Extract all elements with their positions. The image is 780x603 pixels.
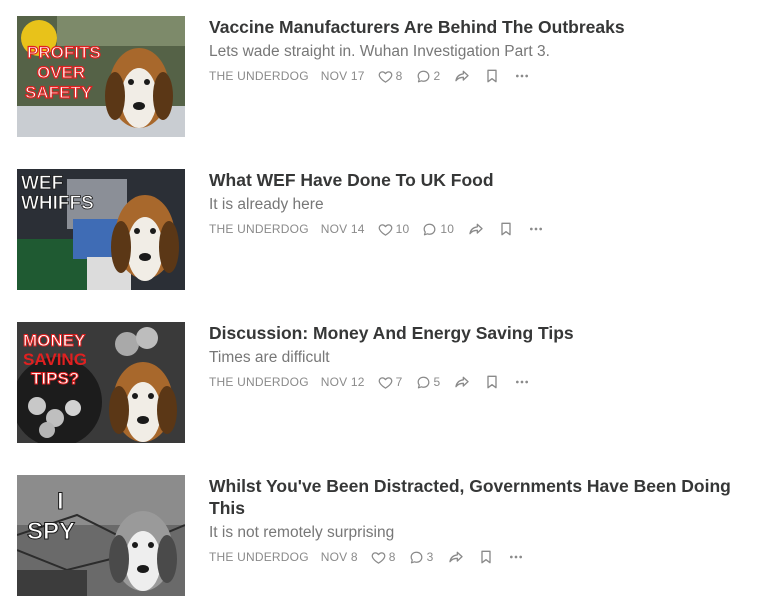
comment-count: 5: [433, 375, 441, 389]
comment-button[interactable]: 2: [416, 69, 441, 84]
post-date: NOV 14: [320, 222, 365, 236]
comment-bubble-icon: [416, 375, 431, 390]
share-arrow-icon[interactable]: [448, 549, 464, 565]
post-title[interactable]: What WEF Have Done To UK Food: [209, 169, 764, 191]
share-arrow-icon[interactable]: [454, 374, 470, 390]
like-count: 10: [395, 222, 410, 236]
comment-button[interactable]: 5: [416, 375, 441, 390]
share-arrow-icon[interactable]: [454, 68, 470, 84]
post-title[interactable]: Discussion: Money And Energy Saving Tips: [209, 322, 764, 344]
post-date: NOV 12: [320, 375, 365, 389]
thumbnail-text: WEF: [21, 173, 63, 194]
thumbnail-text: WHIFFS: [21, 193, 94, 214]
thumbnail-text: MONEY: [23, 331, 86, 350]
post-meta: THE UNDERDOG NOV 17 8 2: [209, 68, 764, 84]
thumbnail-text: SPY: [27, 518, 75, 545]
post-author[interactable]: THE UNDERDOG: [209, 69, 309, 83]
post-thumbnail[interactable]: MONEY SAVING TIPS?: [17, 322, 185, 443]
like-button[interactable]: 8: [371, 550, 396, 565]
thumbnail-text: I: [57, 488, 64, 515]
share-arrow-icon[interactable]: [468, 221, 484, 237]
bookmark-icon[interactable]: [484, 68, 500, 84]
thumbnail-text: TIPS?: [31, 369, 79, 388]
bookmark-icon[interactable]: [498, 221, 514, 237]
more-dots-icon[interactable]: [528, 221, 544, 237]
more-dots-icon[interactable]: [514, 374, 530, 390]
post-author[interactable]: THE UNDERDOG: [209, 375, 309, 389]
heart-icon: [378, 69, 393, 84]
thumbnail-text: SAFETY: [25, 83, 93, 102]
post-date: NOV 17: [320, 69, 365, 83]
comment-bubble-icon: [409, 550, 424, 565]
post-thumbnail[interactable]: I SPY: [17, 475, 185, 596]
post-title[interactable]: Vaccine Manufacturers Are Behind The Out…: [209, 16, 764, 38]
like-button[interactable]: 10: [378, 222, 410, 237]
comment-button[interactable]: 10: [422, 222, 454, 237]
post-subtitle: Lets wade straight in. Wuhan Investigati…: [209, 43, 550, 60]
post-title[interactable]: Whilst You've Been Distracted, Governmen…: [209, 475, 764, 519]
comment-button[interactable]: 3: [409, 550, 434, 565]
like-count: 8: [388, 550, 396, 564]
like-count: 7: [395, 375, 403, 389]
post-date: NOV 8: [320, 550, 358, 564]
thumbnail-text: SAVING: [23, 350, 87, 369]
post-meta: THE UNDERDOG NOV 14 10 10: [209, 221, 764, 237]
post-meta: THE UNDERDOG NOV 8 8 3: [209, 549, 764, 565]
post-meta: THE UNDERDOG NOV 12 7 5: [209, 374, 764, 390]
post-subtitle: It is not remotely surprising: [209, 524, 395, 541]
like-button[interactable]: 7: [378, 375, 403, 390]
comment-bubble-icon: [422, 222, 437, 237]
more-dots-icon[interactable]: [514, 68, 530, 84]
like-count: 8: [395, 69, 403, 83]
post-subtitle: Times are difficult: [209, 349, 330, 366]
post-subtitle: It is already here: [209, 196, 324, 213]
more-dots-icon[interactable]: [508, 549, 524, 565]
post-thumbnail[interactable]: WEF WHIFFS: [17, 169, 185, 290]
comment-count: 3: [426, 550, 434, 564]
comment-count: 10: [440, 222, 455, 236]
thumbnail-text: PROFITS: [27, 43, 101, 62]
thumbnail-text: OVER: [37, 63, 85, 82]
post-author[interactable]: THE UNDERDOG: [209, 222, 309, 236]
heart-icon: [378, 375, 393, 390]
like-button[interactable]: 8: [378, 69, 403, 84]
post-author[interactable]: THE UNDERDOG: [209, 550, 309, 564]
heart-icon: [378, 222, 393, 237]
bookmark-icon[interactable]: [478, 549, 494, 565]
heart-icon: [371, 550, 386, 565]
comment-count: 2: [433, 69, 441, 83]
post-feed: PROFITS OVER SAFETY Vaccine Manufacturer…: [0, 0, 780, 603]
comment-bubble-icon: [416, 69, 431, 84]
bookmark-icon[interactable]: [484, 374, 500, 390]
post-thumbnail[interactable]: PROFITS OVER SAFETY: [17, 16, 185, 137]
